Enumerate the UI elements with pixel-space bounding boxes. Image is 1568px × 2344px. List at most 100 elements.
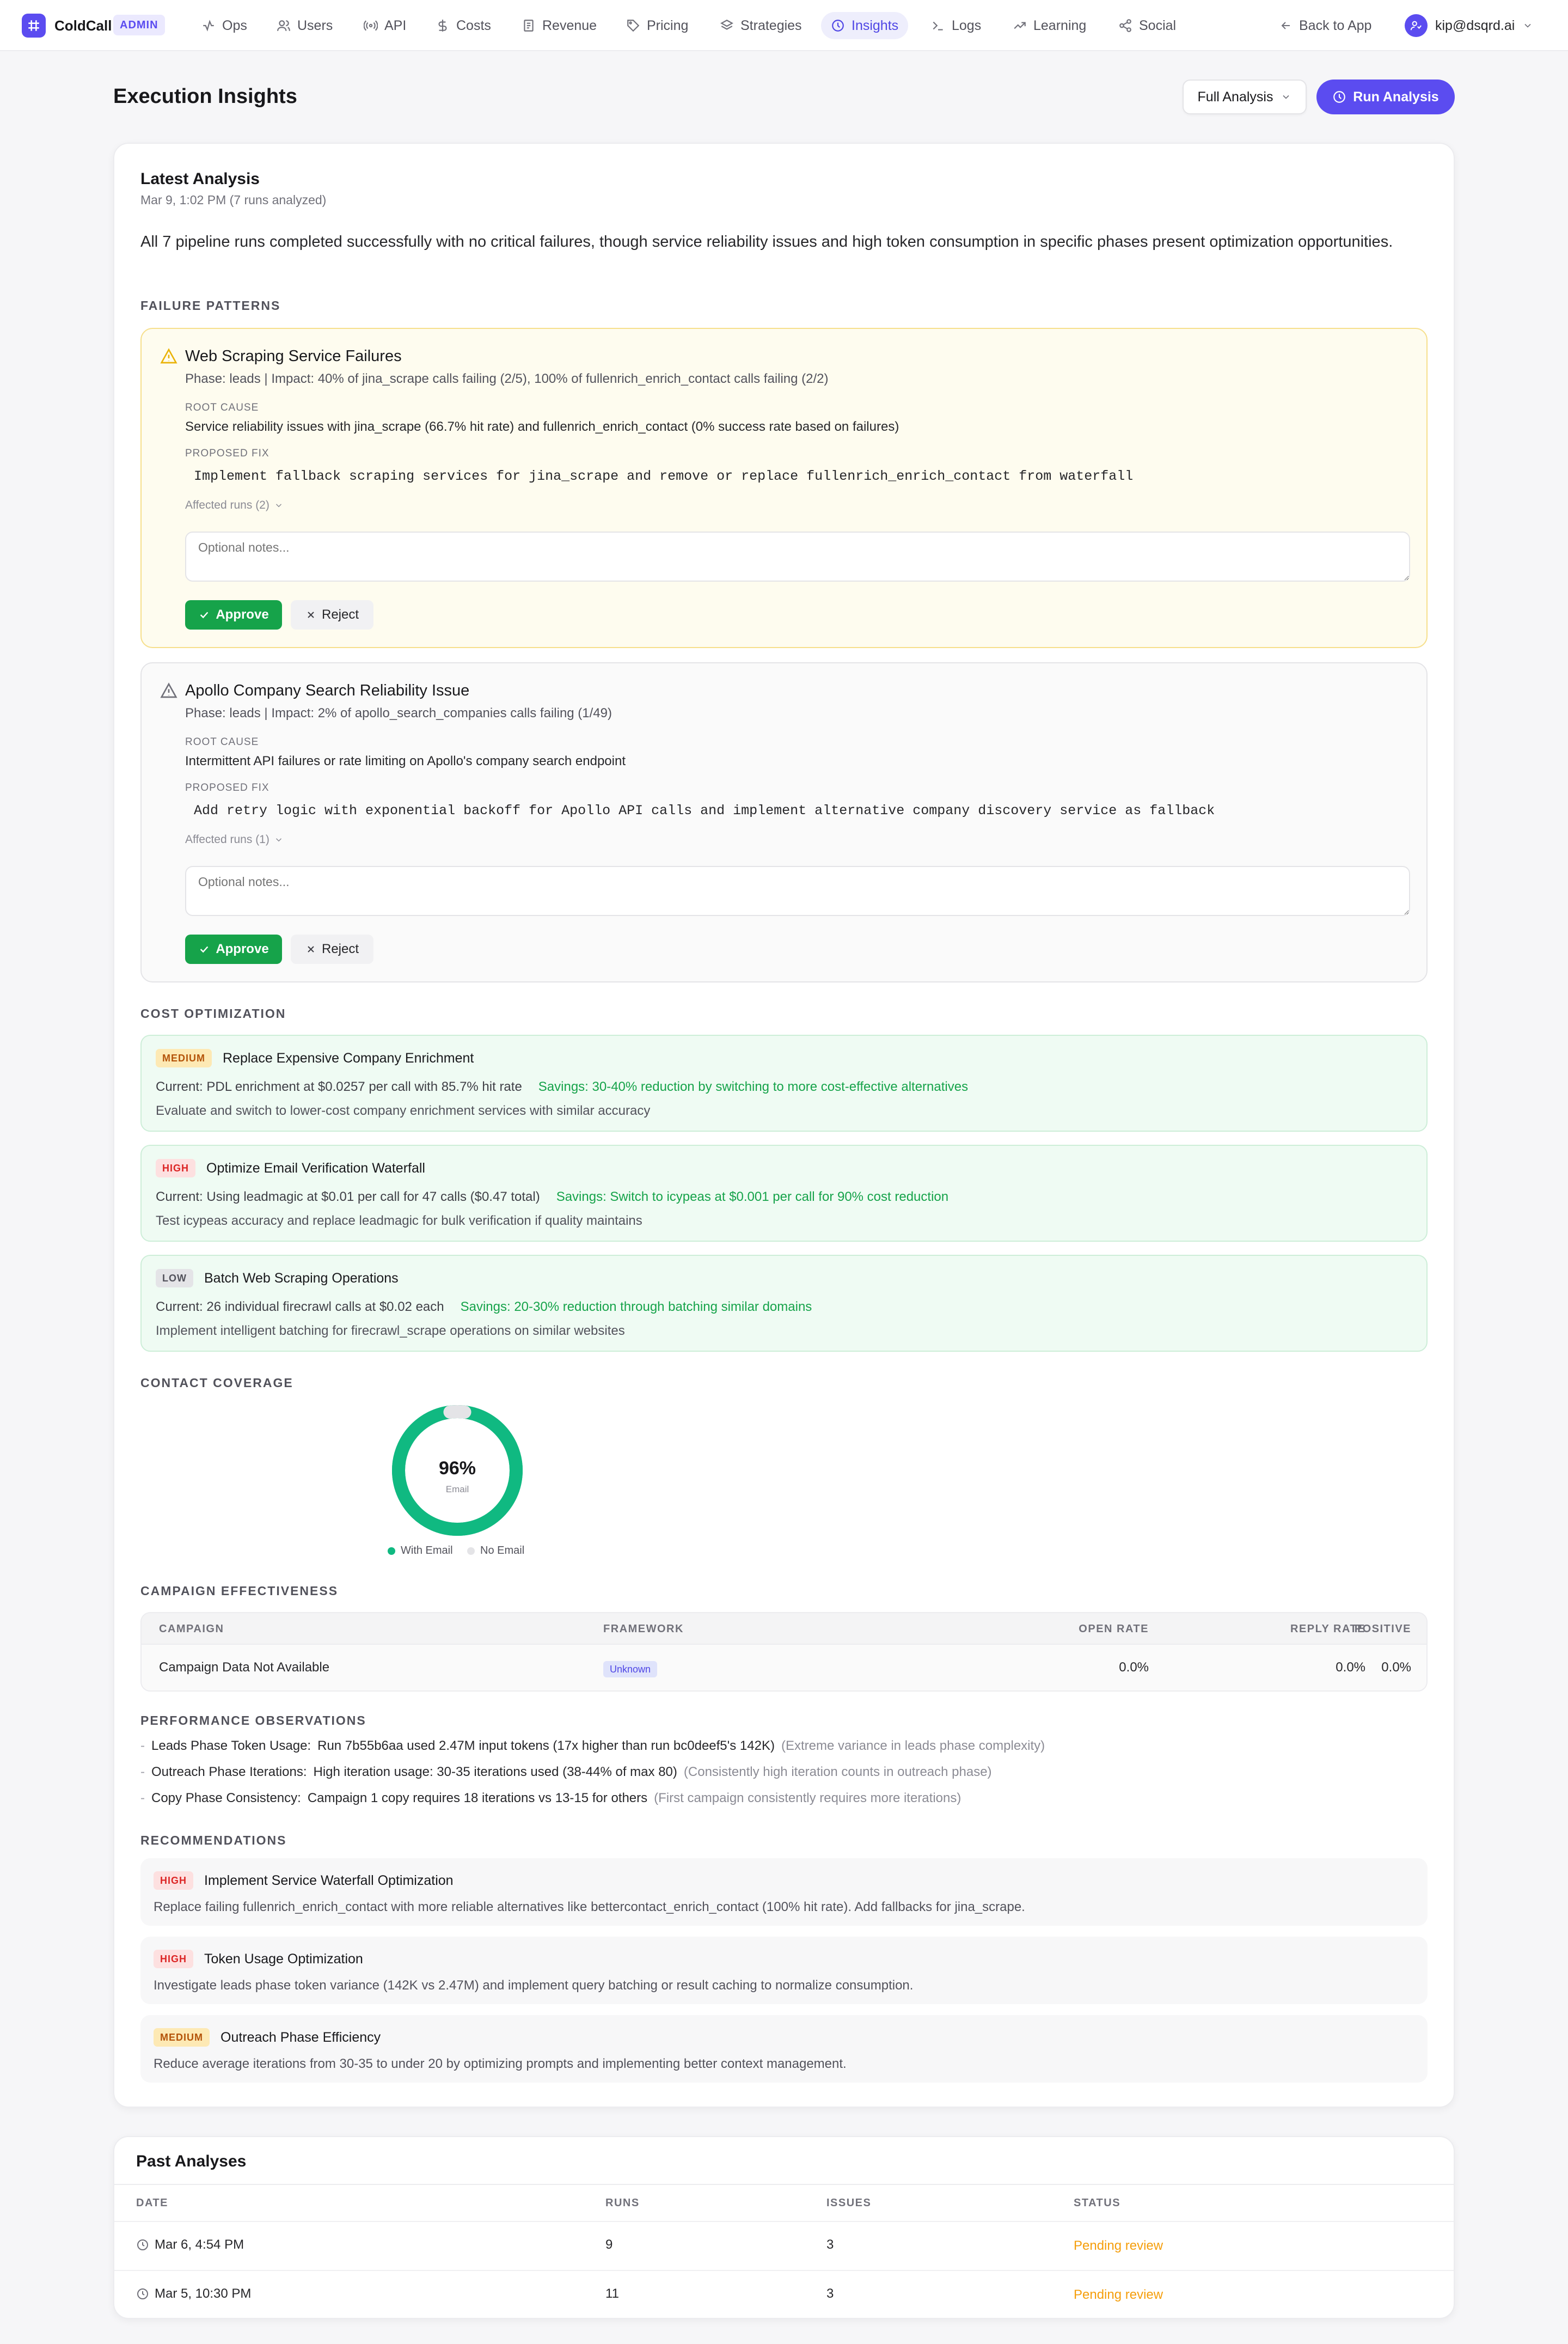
legend-label: With Email (401, 1545, 453, 1556)
past-issues: 3 (826, 2286, 834, 2301)
clock-icon (137, 2288, 148, 2299)
app-logo-icon[interactable] (22, 14, 46, 38)
proposed-fix-code: Implement fallback scraping services for… (194, 468, 1134, 484)
failure-phase: Phase: leads | Impact: 40% of jina_scrap… (185, 371, 829, 386)
nav-item-label: Ops (222, 17, 247, 33)
root-cause-label: ROOT CAUSE (185, 736, 259, 748)
nav-item-logs[interactable]: Logs (921, 12, 991, 39)
cost-savings: Savings: Switch to icypeas at $0.001 per… (556, 1189, 949, 1204)
nav-item-label: Learning (1033, 17, 1087, 33)
observation-text: Run 7b55b6aa used 2.47M input tokens (17… (317, 1738, 775, 1753)
nav-item-strategies[interactable]: Strategies (710, 12, 812, 39)
nav-item-learning[interactable]: Learning (1003, 12, 1096, 39)
share-icon (1119, 19, 1131, 32)
column-header: REPLY RATE (1290, 1623, 1365, 1635)
open-rate: 0.0% (1119, 1660, 1149, 1675)
tag-icon (627, 20, 640, 32)
recommendation-description: Reduce average iterations from 30-35 to … (154, 2056, 847, 2071)
run-analysis-label: Run Analysis (1353, 89, 1439, 105)
approve-button[interactable]: Approve (185, 600, 282, 630)
nav-item-label: Logs (952, 17, 982, 33)
observation-note: (Extreme variance in leads phase complex… (781, 1738, 1045, 1753)
observation-note: (First campaign consistently requires mo… (654, 1791, 961, 1805)
broadcast-icon (364, 20, 378, 31)
column-header: ISSUES (826, 2197, 872, 2209)
past-analysis-row[interactable]: Mar 6, 4:54 PM (136, 2237, 244, 2253)
priority-badge: HIGH (156, 1159, 195, 1177)
insights-icon (832, 20, 844, 32)
nav-item-social[interactable]: Social (1108, 12, 1186, 39)
recommendation-item: HIGH Implement Service Waterfall Optimiz… (140, 1858, 1428, 1926)
nav-item-insights[interactable]: Insights (821, 12, 909, 39)
layers-icon (720, 20, 733, 30)
nav-item-label: Costs (456, 17, 491, 33)
user-menu[interactable]: kip@dsqrd.ai (1405, 12, 1533, 39)
back-to-app-label: Back to App (1299, 17, 1372, 33)
reject-button[interactable]: Reject (291, 600, 373, 630)
priority-badge: MEDIUM (156, 1049, 212, 1067)
recommendation-description: Investigate leads phase token variance (… (154, 1978, 914, 1993)
divider (114, 2270, 1454, 2271)
legend-label: No Email (480, 1545, 525, 1556)
observation-item: - Leads Phase Token Usage: Run 7b55b6aa … (140, 1738, 1045, 1753)
notes-input[interactable] (185, 532, 1410, 582)
notes-input[interactable] (185, 866, 1410, 916)
recommendation-title: Outreach Phase Efficiency (220, 2029, 381, 2045)
trending-icon (1014, 22, 1026, 29)
recommendations-heading: RECOMMENDATIONS (140, 1833, 287, 1847)
root-cause-label: ROOT CAUSE (185, 402, 259, 413)
observation-text: Campaign 1 copy requires 18 iterations v… (307, 1791, 648, 1805)
nav-item-api[interactable]: API (354, 12, 416, 39)
column-header: FRAMEWORK (603, 1623, 684, 1635)
reply-rate: 0.0% (1336, 1660, 1365, 1675)
observation-note: (Consistently high iteration counts in o… (683, 1765, 992, 1779)
past-date: Mar 5, 10:30 PM (155, 2286, 252, 2301)
observation-item: - Outreach Phase Iterations: High iterat… (140, 1765, 992, 1779)
priority-badge: HIGH (154, 1871, 193, 1890)
failure-pattern-card: Apollo Company Search Reliability Issue … (140, 662, 1428, 982)
nav-item-costs[interactable]: Costs (426, 12, 501, 39)
performance-heading: PERFORMANCE OBSERVATIONS (140, 1713, 366, 1728)
dollar-icon (438, 20, 447, 32)
cost-description: Implement intelligent batching for firec… (156, 1323, 625, 1338)
terminal-icon (933, 21, 943, 30)
column-header: DATE (136, 2197, 168, 2209)
user-email: kip@dsqrd.ai (1435, 17, 1515, 33)
insights-icon (1333, 91, 1346, 103)
nav-item-pricing[interactable]: Pricing (616, 12, 698, 39)
recommendation-title: Token Usage Optimization (204, 1951, 363, 1967)
nav-item-revenue[interactable]: Revenue (512, 12, 607, 39)
approve-button[interactable]: Approve (185, 935, 282, 964)
reject-button[interactable]: Reject (291, 935, 373, 964)
root-cause-text: Intermittent API failures or rate limiti… (185, 754, 626, 768)
nav-item-label: Users (297, 17, 333, 33)
cost-item-title: Optimize Email Verification Waterfall (206, 1160, 425, 1176)
past-analysis-row[interactable]: Mar 5, 10:30 PM (136, 2286, 251, 2302)
coverage-donut-chart: 96% Email (392, 1405, 523, 1536)
affected-runs-toggle[interactable]: Affected runs (1) (185, 833, 284, 846)
affected-runs-toggle[interactable]: Affected runs (2) (185, 499, 284, 512)
recommendation-title: Implement Service Waterfall Optimization (204, 1872, 454, 1888)
nav-item-ops[interactable]: Ops (192, 12, 257, 39)
analysis-mode-select[interactable]: Full Analysis (1183, 80, 1307, 114)
run-analysis-button[interactable]: Run Analysis (1316, 80, 1455, 114)
observation-text: High iteration usage: 30-35 iterations u… (313, 1765, 677, 1779)
observation-title: Outreach Phase Iterations: (151, 1765, 307, 1779)
observation-title: Copy Phase Consistency: (151, 1791, 301, 1805)
nav-item-label: Social (1139, 17, 1177, 33)
framework-badge: Unknown (603, 1661, 658, 1677)
back-to-app-link[interactable]: Back to App (1279, 12, 1371, 39)
activity-icon (203, 20, 214, 32)
nav-item-users[interactable]: Users (267, 12, 342, 39)
past-issues: 3 (826, 2237, 834, 2252)
observation-item: - Copy Phase Consistency: Campaign 1 cop… (140, 1791, 961, 1805)
priority-badge: MEDIUM (154, 2028, 210, 2047)
root-cause-text: Service reliability issues with jina_scr… (185, 419, 899, 434)
cost-description: Evaluate and switch to lower-cost compan… (156, 1103, 651, 1118)
past-analyses-title: Past Analyses (136, 2152, 247, 2170)
column-header: RUNS (605, 2197, 640, 2209)
brand-name[interactable]: ColdCall (54, 17, 112, 34)
nav-item-label: Pricing (647, 17, 689, 33)
proposed-fix-label: PROPOSED FIX (185, 448, 270, 459)
top-navbar: ColdCall ADMIN Ops Users API Costs Reven… (0, 0, 1568, 51)
